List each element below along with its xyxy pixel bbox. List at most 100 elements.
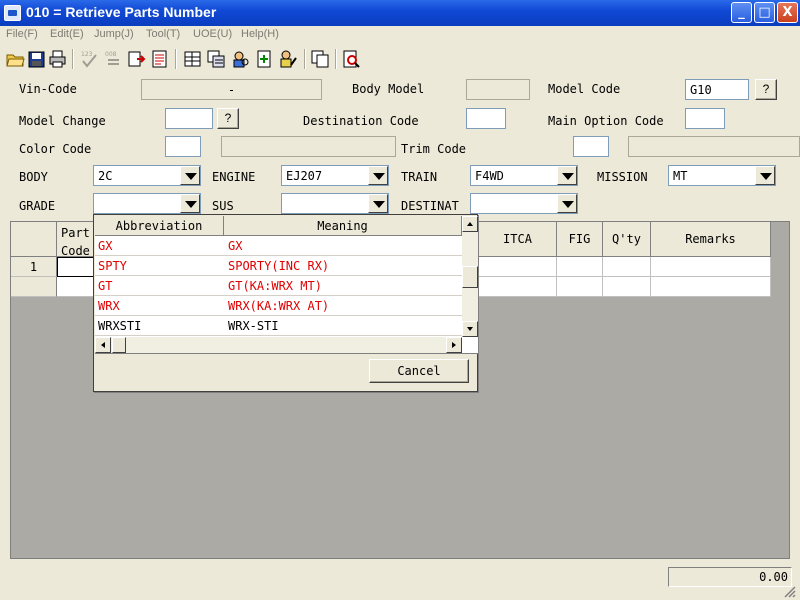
menu-bar: File(F) Edit(E) Jump(J) Tool(T) UOE(U) H… (0, 26, 800, 45)
number-sequence-icon[interactable]: 008 (104, 49, 123, 69)
save-icon[interactable] (27, 49, 46, 69)
abbreviation-header[interactable]: Abbreviation (95, 216, 224, 236)
chevron-down-icon[interactable] (180, 194, 200, 213)
copy-table-icon[interactable] (207, 49, 226, 69)
vertical-scrollbar[interactable] (462, 216, 478, 337)
list-item-abbreviation: WRXSTI (98, 319, 142, 333)
number-check-icon[interactable]: 123 (80, 49, 99, 69)
report-icon[interactable] (150, 49, 169, 69)
train-select[interactable]: F4WD (470, 165, 578, 186)
trim-code-field[interactable] (573, 136, 609, 157)
mission-select-value: MT (673, 169, 688, 183)
sus-select[interactable] (281, 193, 389, 214)
engine-select[interactable]: EJ207 (281, 165, 389, 186)
row-number (11, 277, 57, 297)
table-cell[interactable] (651, 257, 771, 277)
chevron-down-icon[interactable] (557, 166, 577, 185)
menu-edit[interactable]: Edit(E) (50, 28, 84, 40)
chevron-down-icon[interactable] (368, 194, 388, 213)
color-description-field (221, 136, 396, 157)
close-button[interactable]: X (777, 2, 798, 23)
scroll-down-button[interactable] (462, 321, 478, 337)
table-cell[interactable] (57, 277, 97, 297)
list-item-abbreviation: GX (98, 239, 113, 253)
table-cell[interactable] (479, 257, 557, 277)
copy-window-icon[interactable] (311, 49, 330, 69)
table-cell[interactable] (603, 277, 651, 297)
list-item[interactable]: GT GT(KA:WRX MT) (95, 276, 462, 296)
qty-header[interactable]: Q'ty (603, 222, 651, 257)
main-option-code-label: Main Option Code (548, 114, 664, 128)
mission-select[interactable]: MT (668, 165, 776, 186)
grade-select[interactable] (93, 193, 201, 214)
list-item[interactable]: WRX WRX(KA:WRX AT) (95, 296, 462, 316)
list-item-abbreviation: WRX (98, 299, 120, 313)
cancel-button[interactable]: Cancel (369, 359, 469, 383)
body-model-field[interactable] (466, 79, 530, 100)
table-cell[interactable] (557, 257, 603, 277)
person-edit-icon[interactable] (279, 49, 298, 69)
menu-uoe[interactable]: UOE(U) (193, 28, 232, 40)
body-model-label: Body Model (352, 82, 425, 96)
print-icon[interactable] (48, 49, 67, 69)
maximize-button[interactable]: □ (754, 2, 775, 23)
list-item[interactable]: SPTY SPORTY(INC RX) (95, 256, 462, 276)
user-search-icon[interactable] (231, 49, 250, 69)
chevron-down-icon[interactable] (368, 166, 388, 185)
menu-help[interactable]: Help(H) (241, 28, 279, 40)
model-code-field[interactable]: G10 (685, 79, 749, 100)
list-item[interactable]: WRXSTI WRX-STI (95, 316, 462, 336)
vin-code-field[interactable]: - (141, 79, 322, 100)
table-cell[interactable] (479, 277, 557, 297)
engine-select-value: EJ207 (286, 169, 323, 183)
search-document-icon[interactable] (342, 49, 361, 69)
color-code-field[interactable] (165, 136, 201, 157)
export-icon[interactable] (127, 49, 146, 69)
main-option-code-field[interactable] (685, 108, 725, 129)
table-cell[interactable] (57, 257, 97, 277)
destination-code-field[interactable] (466, 108, 506, 129)
table-cell[interactable] (651, 277, 771, 297)
destinat-select[interactable] (470, 193, 578, 214)
list-item[interactable]: GX GX (95, 236, 462, 256)
title-bar[interactable]: 010 = Retrieve Parts Number _ □ X (0, 0, 800, 26)
vin-code-label: Vin-Code (19, 82, 77, 96)
menu-jump[interactable]: Jump(J) (94, 28, 134, 40)
horizontal-scrollbar[interactable] (95, 337, 462, 353)
table-cell[interactable] (557, 277, 603, 297)
scroll-left-button[interactable] (95, 337, 111, 353)
scroll-up-button[interactable] (462, 216, 478, 232)
document-add-icon[interactable] (255, 49, 274, 69)
scroll-right-button[interactable] (446, 337, 462, 353)
trim-code-label: Trim Code (401, 142, 467, 156)
model-change-lookup-button[interactable]: ? (217, 108, 239, 129)
list-item-meaning: GT(KA:WRX MT) (228, 279, 322, 293)
menu-file[interactable]: File(F) (6, 28, 38, 40)
menu-tool[interactable]: Tool(T) (146, 28, 180, 40)
table-icon[interactable] (183, 49, 202, 69)
meaning-header[interactable]: Meaning (224, 216, 462, 236)
chevron-down-icon[interactable] (755, 166, 775, 185)
part-code-header[interactable]: Part Code (57, 222, 97, 258)
chevron-down-icon[interactable] (557, 194, 577, 213)
model-code-lookup-button[interactable]: ? (755, 79, 777, 100)
chevron-down-icon[interactable] (180, 166, 200, 185)
remarks-header[interactable]: Remarks (651, 222, 771, 257)
list-item-meaning: WRX(KA:WRX AT) (228, 299, 330, 313)
list-item-meaning: SPORTY(INC RX) (228, 259, 330, 273)
itca-header[interactable]: ITCA (479, 222, 557, 257)
fig-header[interactable]: FIG (557, 222, 603, 257)
sus-label: SUS (212, 199, 234, 213)
table-cell[interactable] (603, 257, 651, 277)
scroll-thumb[interactable] (112, 337, 126, 353)
svg-text:008: 008 (105, 51, 117, 58)
body-select[interactable]: 2C (93, 165, 201, 186)
row-number: 1 (11, 257, 57, 277)
resize-grip-icon[interactable] (782, 584, 796, 598)
scroll-thumb[interactable] (462, 266, 478, 288)
grade-list[interactable]: Abbreviation Meaning GX GX SPTY SPORTY(I… (95, 216, 478, 354)
model-change-field[interactable] (165, 108, 213, 129)
toolbar-separator (175, 49, 177, 69)
minimize-button[interactable]: _ (731, 2, 752, 23)
open-folder-icon[interactable] (6, 49, 25, 69)
